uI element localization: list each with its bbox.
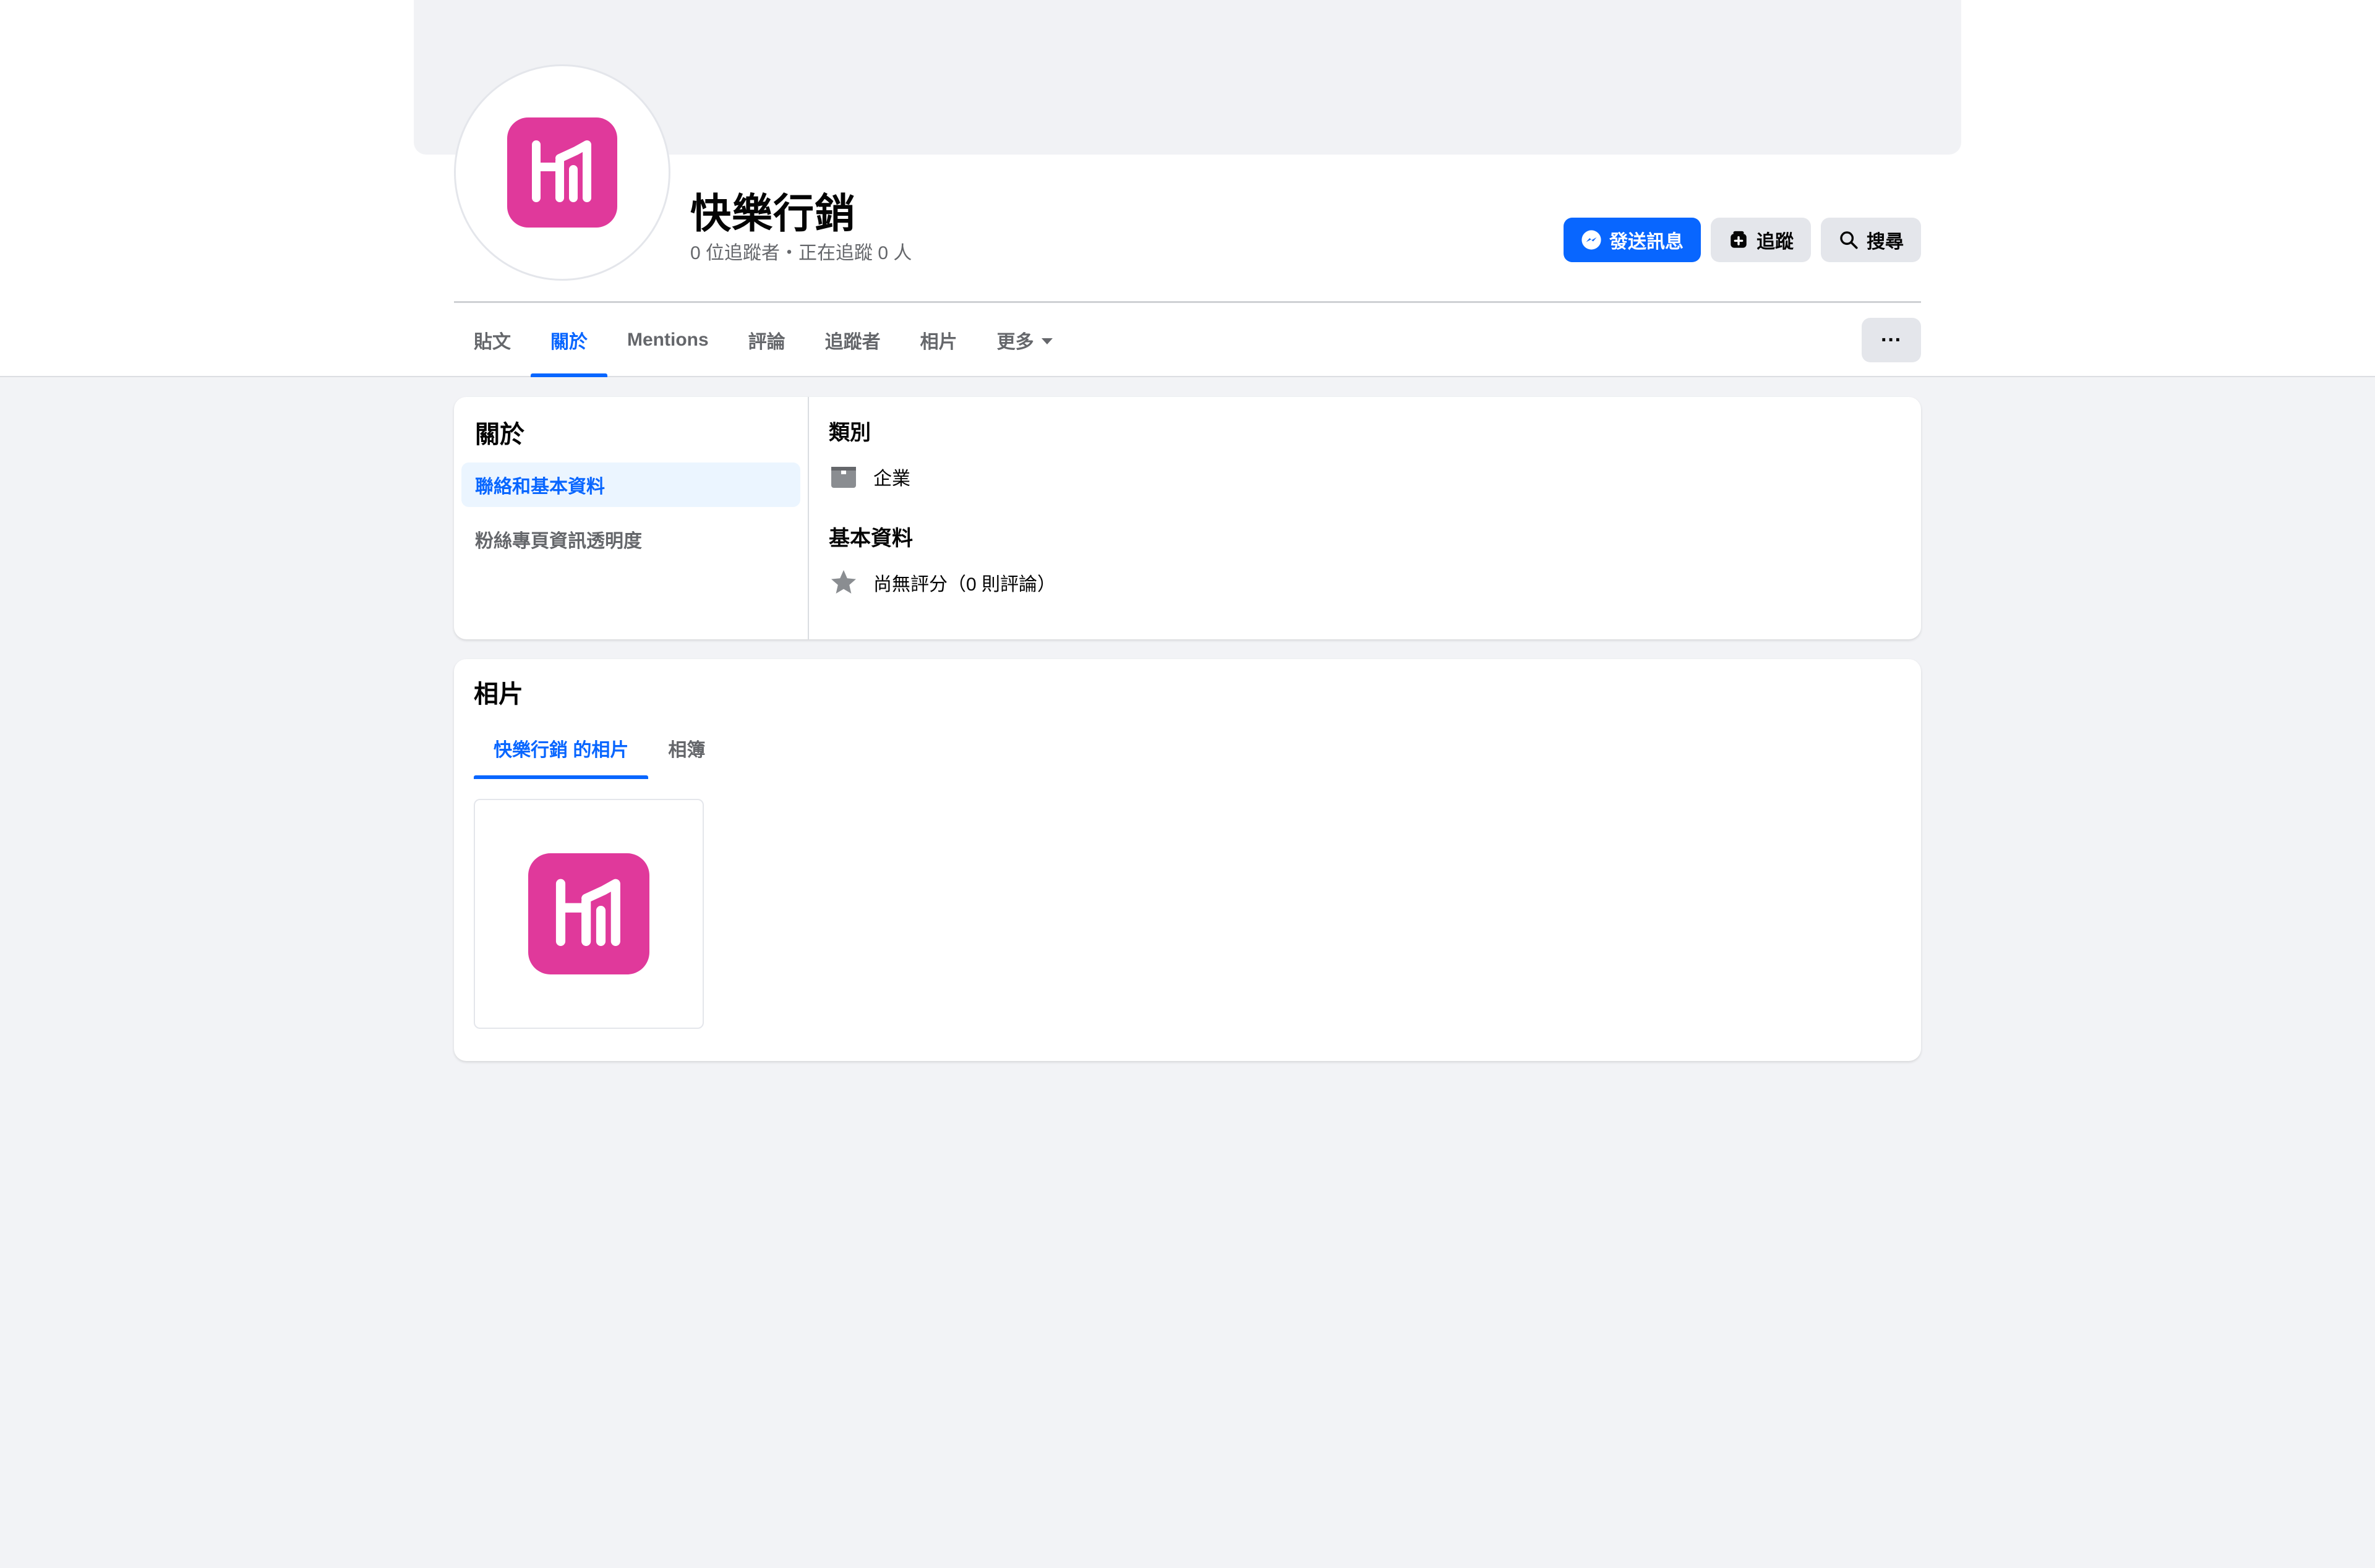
nav-page-transparency[interactable]: 粉絲專頁資訊透明度 — [461, 517, 800, 561]
tab-followers[interactable]: 追蹤者 — [805, 303, 901, 377]
header-actions: 發送訊息 追蹤 搜尋 — [1564, 218, 1921, 262]
tab-more[interactable]: 更多 — [977, 303, 1072, 377]
rating-text: 尚無評分（0 則評論） — [873, 574, 1056, 595]
category-value[interactable]: 企業 — [873, 463, 910, 490]
send-message-button[interactable]: 發送訊息 — [1564, 218, 1701, 262]
category-heading: 類別 — [829, 421, 871, 445]
briefcase-icon — [831, 467, 856, 488]
tab-label: Mentions — [627, 330, 709, 350]
category-row: 企業 — [829, 462, 1901, 492]
tab-mentions[interactable]: Mentions — [607, 303, 729, 377]
tab-about[interactable]: 關於 — [531, 303, 607, 377]
follow-icon — [1731, 231, 1747, 248]
about-title: 關於 — [475, 421, 524, 448]
brand-logo — [528, 853, 649, 974]
tab-label: 相片 — [920, 332, 957, 352]
photos-title: 相片 — [474, 681, 523, 708]
tab-label: 相簿 — [668, 740, 706, 761]
tab-page-photos[interactable]: 快樂行銷 的相片 — [474, 717, 649, 779]
follower-stats[interactable]: 0 位追蹤者・正在追蹤 0 人 — [690, 237, 912, 265]
tab-label: 快樂行銷 的相片 — [494, 740, 629, 761]
basic-info-heading: 基本資料 — [829, 527, 913, 550]
page-title: 快樂行銷 — [690, 190, 856, 236]
nav-label: 聯絡和基本資料 — [475, 477, 605, 497]
hm-logo-icon — [532, 140, 591, 202]
tab-label: 關於 — [550, 332, 588, 352]
tab-label: 追蹤者 — [824, 332, 881, 352]
chevron-down-icon — [1041, 338, 1053, 344]
tab-label: 貼文 — [474, 332, 511, 352]
rating-row: 尚無評分（0 則評論） — [829, 568, 1901, 597]
hm-logo-icon — [555, 879, 620, 946]
photo-thumbnail[interactable] — [474, 799, 704, 1029]
photos-tabs: 快樂行銷 的相片 相簿 — [474, 717, 1901, 779]
about-card: 關於 聯絡和基本資料 粉絲專頁資訊透明度 類別 企業 基本資料 尚無評分（0 則… — [454, 397, 1921, 639]
star-icon — [831, 570, 856, 594]
search-icon — [1840, 231, 1858, 249]
messenger-icon — [1581, 230, 1601, 250]
about-sidebar: 關於 聯絡和基本資料 粉絲專頁資訊透明度 — [454, 397, 809, 639]
tab-reviews[interactable]: 評論 — [729, 303, 805, 377]
nav-contact-basic-info[interactable]: 聯絡和基本資料 — [461, 462, 800, 507]
photos-card: 相片 快樂行銷 的相片 相簿 — [454, 659, 1921, 1061]
search-button[interactable]: 搜尋 — [1821, 218, 1921, 262]
tab-albums[interactable]: 相簿 — [648, 717, 725, 779]
send-message-label: 發送訊息 — [1609, 232, 1684, 252]
follow-label: 追蹤 — [1757, 232, 1794, 252]
search-label: 搜尋 — [1867, 232, 1904, 252]
tab-label: 評論 — [748, 332, 785, 352]
tab-label: 更多 — [996, 332, 1034, 352]
profile-avatar[interactable] — [454, 64, 670, 281]
profile-tabs: 貼文 關於 Mentions 評論 追蹤者 相片 更多 — [454, 303, 1072, 377]
more-icon: ··· — [1881, 328, 1902, 352]
follow-button[interactable]: 追蹤 — [1711, 218, 1811, 262]
more-options-button[interactable]: ··· — [1862, 318, 1921, 362]
about-content: 類別 企業 基本資料 尚無評分（0 則評論） — [809, 397, 1921, 639]
brand-logo — [507, 117, 617, 228]
nav-label: 粉絲專頁資訊透明度 — [475, 531, 642, 552]
tab-photos[interactable]: 相片 — [901, 303, 977, 377]
tab-posts[interactable]: 貼文 — [454, 303, 531, 377]
